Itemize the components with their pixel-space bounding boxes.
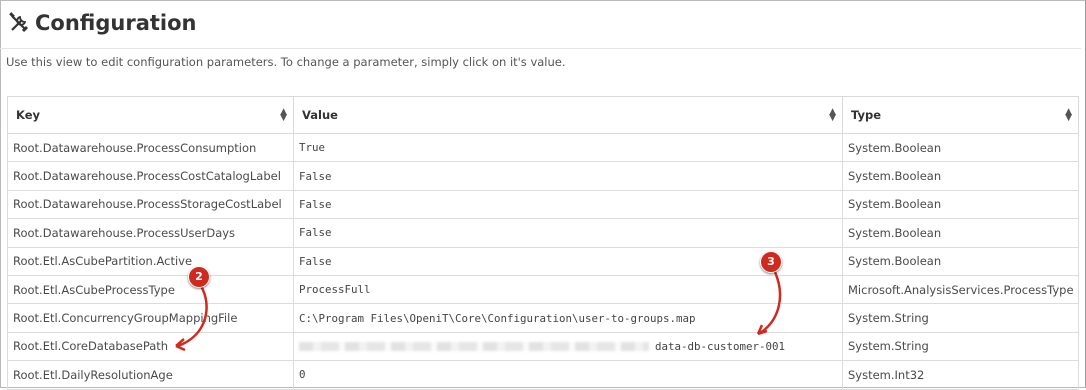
table-row: Root.Datawarehouse.ProcessUserDays False… bbox=[7, 218, 1079, 248]
page-header: Configuration bbox=[7, 6, 196, 40]
table-row: Root.Etl.AsCubePartition.Active False Sy… bbox=[7, 246, 1079, 276]
row-value[interactable]: False bbox=[293, 189, 843, 220]
redacted-value bbox=[299, 342, 649, 352]
row-key: Root.Datawarehouse.ProcessCostCatalogLab… bbox=[7, 161, 294, 191]
table-row: Root.Etl.CoreDatabasePath data-db-custom… bbox=[7, 331, 1079, 362]
page-description: Use this view to edit configuration para… bbox=[6, 55, 566, 69]
sort-icon[interactable]: ▲ ▼ bbox=[280, 108, 287, 123]
page-title: Configuration bbox=[35, 11, 197, 35]
table-header-row: Key ▲ ▼ Value ▲ ▼ Type ▲ ▼ bbox=[7, 96, 1079, 134]
column-header-label: Value bbox=[302, 108, 338, 122]
row-key: Root.Datawarehouse.ProcessConsumption bbox=[7, 132, 294, 163]
row-type: System.Boolean bbox=[842, 189, 1079, 220]
row-type: System.String bbox=[842, 303, 1079, 333]
callout-badge-3: 3 bbox=[760, 251, 782, 273]
row-value[interactable]: ProcessFull bbox=[293, 274, 843, 305]
table-row: Root.Etl.AsCubeProcessType ProcessFull M… bbox=[7, 274, 1079, 305]
header-divider bbox=[0, 48, 1081, 49]
row-key: Root.Etl.CoreDatabasePath bbox=[7, 331, 294, 362]
row-key: Root.Datawarehouse.ProcessStorageCostLab… bbox=[7, 189, 294, 220]
row-key: Root.Datawarehouse.ProcessUserDays bbox=[7, 218, 294, 248]
column-header-label: Type bbox=[851, 108, 882, 122]
column-header-key[interactable]: Key ▲ ▼ bbox=[7, 96, 294, 134]
row-type: System.Int32 bbox=[842, 360, 1079, 390]
row-value[interactable]: data-db-customer-001 bbox=[293, 331, 843, 362]
row-key: Root.Etl.ConcurrencyGroupMappingFile bbox=[7, 303, 294, 333]
row-value-text: data-db-customer-001 bbox=[655, 339, 786, 353]
row-type: Microsoft.AnalysisServices.ProcessType bbox=[842, 274, 1079, 305]
row-value[interactable]: 0 bbox=[293, 360, 843, 390]
row-type: System.Boolean bbox=[842, 161, 1079, 191]
row-value[interactable]: False bbox=[293, 218, 843, 248]
callout-badge-2: 2 bbox=[188, 266, 210, 288]
sort-icon[interactable]: ▲ ▼ bbox=[829, 108, 836, 123]
column-header-type[interactable]: Type ▲ ▼ bbox=[842, 96, 1079, 134]
tools-icon bbox=[9, 12, 29, 33]
config-table: Key ▲ ▼ Value ▲ ▼ Type ▲ ▼ Root.Datawarehouse.… bbox=[7, 96, 1079, 390]
table-row: Root.Datawarehouse.ProcessStorageCostLab… bbox=[7, 189, 1079, 220]
row-value[interactable]: False bbox=[293, 161, 843, 191]
table-row: Root.Datawarehouse.ProcessConsumption Tr… bbox=[7, 132, 1079, 163]
table-row: Root.Datawarehouse.ProcessCostCatalogLab… bbox=[7, 161, 1079, 191]
row-type: System.String bbox=[842, 331, 1079, 362]
row-value[interactable]: C:\Program Files\OpeniT\Core\Configurati… bbox=[293, 303, 843, 333]
row-type: System.Boolean bbox=[842, 132, 1079, 163]
table-row: Root.Etl.DailyResolutionAge 0 System.Int… bbox=[7, 360, 1079, 390]
column-header-value[interactable]: Value ▲ ▼ bbox=[293, 96, 843, 134]
row-key: Root.Etl.DailyResolutionAge bbox=[7, 360, 294, 390]
row-key: Root.Etl.AsCubePartition.Active bbox=[7, 246, 294, 276]
row-type: System.Boolean bbox=[842, 246, 1079, 276]
row-type: System.Boolean bbox=[842, 218, 1079, 248]
sort-icon[interactable]: ▲ ▼ bbox=[1065, 108, 1072, 123]
column-header-label: Key bbox=[16, 108, 41, 122]
table-row: Root.Etl.ConcurrencyGroupMappingFile C:\… bbox=[7, 303, 1079, 333]
row-value[interactable]: True bbox=[293, 132, 843, 163]
row-key: Root.Etl.AsCubeProcessType bbox=[7, 274, 294, 305]
